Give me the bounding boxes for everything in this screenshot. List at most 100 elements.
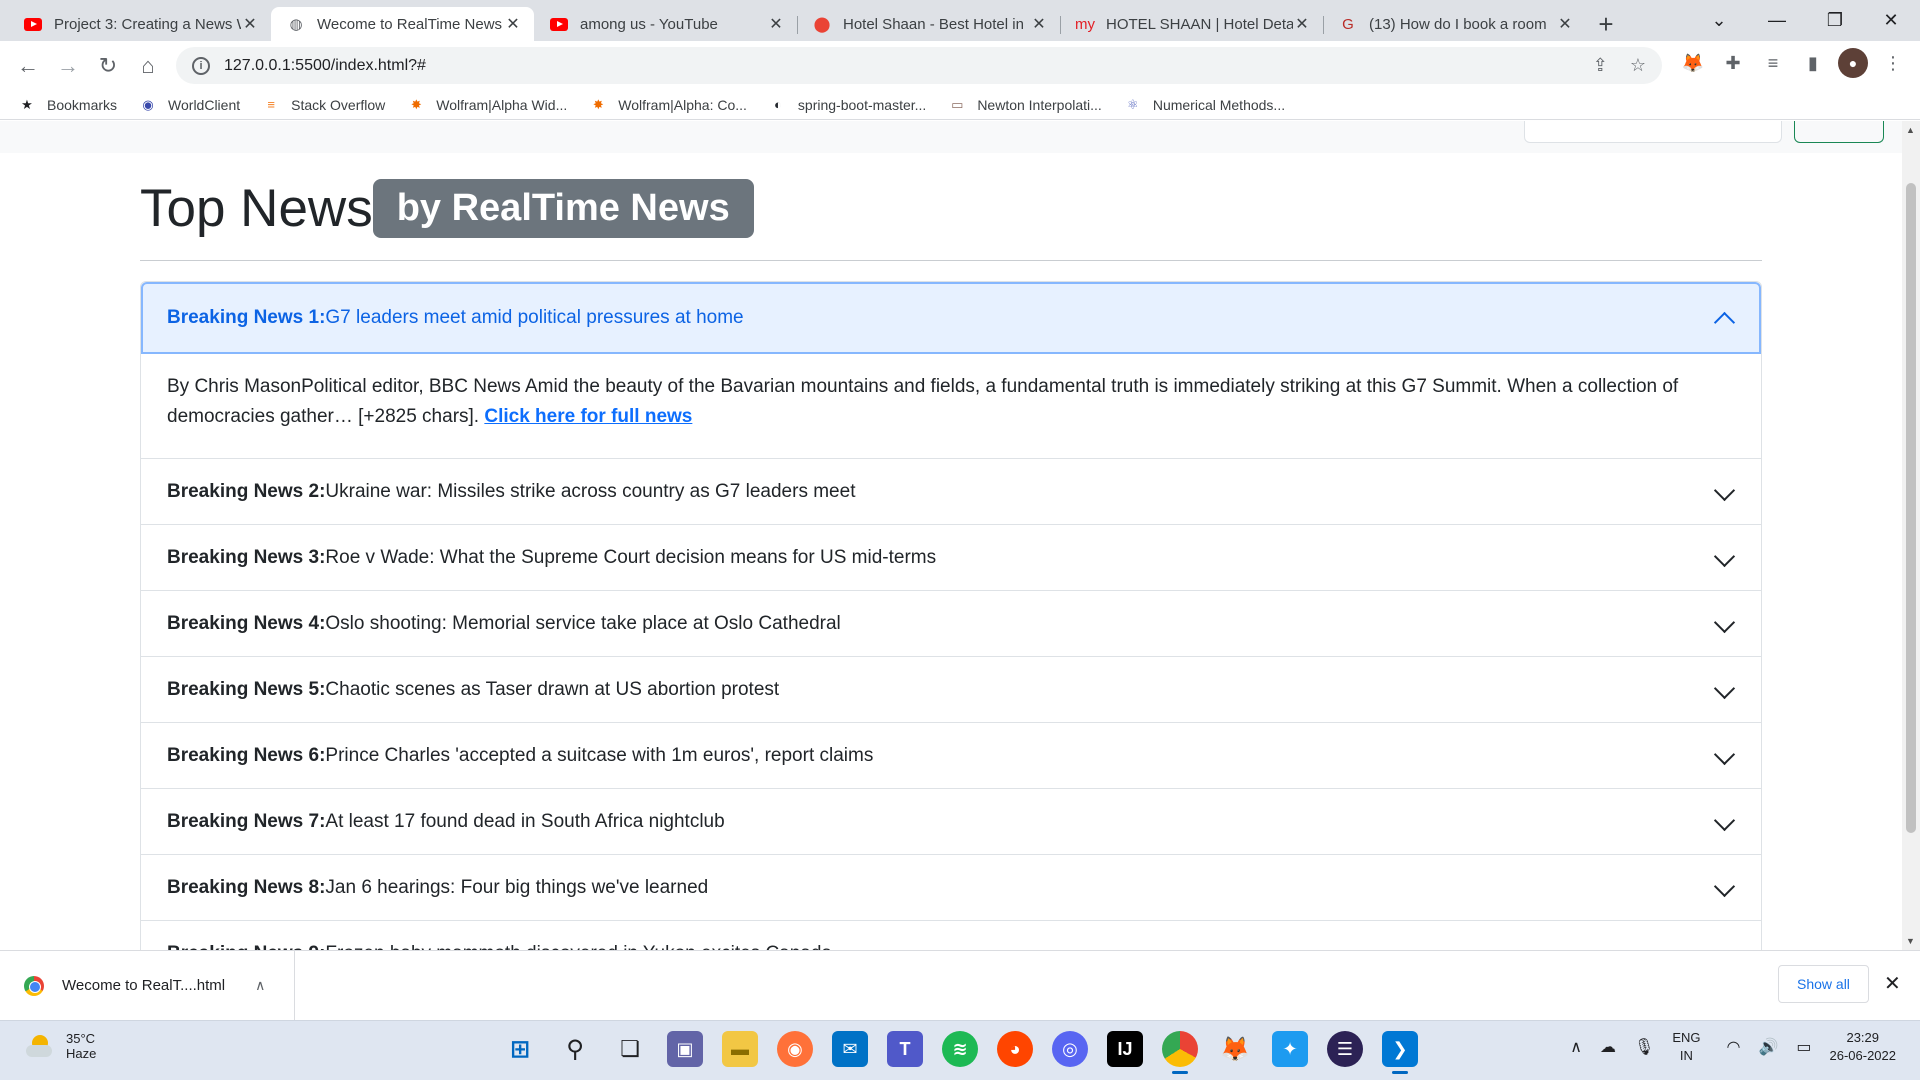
intellij-icon[interactable]: IJ xyxy=(1107,1031,1143,1067)
site-info-icon[interactable]: i xyxy=(192,56,210,75)
browser-tab[interactable]: Project 3: Creating a News W ✕ xyxy=(8,7,271,41)
chevron-down-icon[interactable] xyxy=(1713,877,1735,899)
bookmark-item[interactable]: ◐ spring-boot-master... xyxy=(769,96,926,114)
home-icon[interactable]: ⌂ xyxy=(128,46,168,86)
chevron-down-icon[interactable] xyxy=(1713,811,1735,833)
news-item-toggle[interactable]: Breaking News 1:G7 leaders meet amid pol… xyxy=(141,282,1761,354)
page-scrollbar[interactable]: ▲ ▼ xyxy=(1902,121,1920,950)
scrollbar-thumb[interactable] xyxy=(1906,183,1916,833)
file-explorer-icon[interactable]: ▬ xyxy=(722,1031,758,1067)
reload-icon[interactable]: ↻ xyxy=(88,46,128,86)
media-control-icon[interactable]: ≡ xyxy=(1758,48,1788,78)
share-icon[interactable]: ⇪ xyxy=(1593,55,1608,76)
discord-icon[interactable]: ◎ xyxy=(1052,1031,1088,1067)
scroll-down-icon[interactable]: ▼ xyxy=(1906,936,1915,946)
close-tab-icon[interactable]: ✕ xyxy=(241,14,259,34)
browser-tab[interactable]: ⬤ Hotel Shaan - Best Hotel in ✕ xyxy=(797,7,1060,41)
news-item-toggle[interactable]: Breaking News 3:Roe v Wade: What the Sup… xyxy=(141,525,1761,590)
new-tab-button[interactable]: + xyxy=(1586,7,1626,41)
bookmark-item[interactable]: ▭ Newton Interpolati... xyxy=(948,96,1102,114)
scroll-up-icon[interactable]: ▲ xyxy=(1906,125,1915,135)
task-view-icon[interactable]: ❏ xyxy=(612,1031,648,1067)
mail-icon[interactable]: ✉ xyxy=(832,1031,868,1067)
bookmark-label: Stack Overflow xyxy=(291,96,386,113)
bookmark-item[interactable]: ≡ Stack Overflow xyxy=(262,96,385,114)
vscode-icon[interactable]: ❯ xyxy=(1382,1031,1418,1074)
download-item[interactable]: Wecome to RealT....html ∧ xyxy=(0,950,295,1021)
onedrive-icon[interactable]: ☁ xyxy=(1600,1037,1616,1057)
news-item: Breaking News 6:Prince Charles 'accepted… xyxy=(140,723,1762,789)
browser-tab[interactable]: among us - YouTube ✕ xyxy=(534,7,797,41)
chevron-down-icon[interactable] xyxy=(1713,745,1735,767)
download-filename[interactable]: Wecome to RealT....html xyxy=(62,977,225,994)
weather-widget[interactable]: 35°C Haze xyxy=(24,1031,96,1061)
close-download-bar-icon[interactable]: ✕ xyxy=(1884,971,1901,996)
metamask-taskbar-icon[interactable]: 🦊 xyxy=(1217,1031,1253,1067)
bookmark-item[interactable]: ★ Bookmarks xyxy=(18,96,117,114)
close-tab-icon[interactable]: ✕ xyxy=(1556,14,1574,34)
chevron-down-icon[interactable] xyxy=(1713,547,1735,569)
browser-tab[interactable]: G (13) How do I book a room ✕ xyxy=(1323,7,1586,41)
firefox-icon[interactable]: ◉ xyxy=(777,1031,813,1067)
close-tab-icon[interactable]: ✕ xyxy=(1293,14,1311,34)
news-item-toggle[interactable]: Breaking News 9:Frozen baby mammoth disc… xyxy=(141,921,1761,951)
full-news-link[interactable]: Click here for full news xyxy=(484,406,692,427)
address-bar[interactable]: i 127.0.0.1:5500/index.html?# ⇪ ☆ xyxy=(176,47,1662,84)
browser-tab[interactable]: ◍ Wecome to RealTime News ✕ xyxy=(271,7,534,41)
close-window-icon[interactable]: ✕ xyxy=(1862,0,1920,41)
spotify-icon[interactable]: ≋ xyxy=(942,1031,978,1067)
reddit-icon[interactable]: ◕ xyxy=(997,1031,1033,1067)
news-item-toggle[interactable]: Breaking News 7:At least 17 found dead i… xyxy=(141,789,1761,854)
news-item-toggle[interactable]: Breaking News 8:Jan 6 hearings: Four big… xyxy=(141,855,1761,920)
bookmark-item[interactable]: ✸ Wolfram|Alpha Wid... xyxy=(407,96,567,114)
news-title: At least 17 found dead in South Africa n… xyxy=(325,810,725,832)
close-tab-icon[interactable]: ✕ xyxy=(504,14,522,34)
menu-icon[interactable]: ⋮ xyxy=(1878,48,1908,78)
url-text[interactable]: 127.0.0.1:5500/index.html?# xyxy=(224,57,426,75)
forward-icon[interactable]: → xyxy=(48,46,88,86)
bookmark-item[interactable]: ⚛ Numerical Methods... xyxy=(1124,96,1285,114)
chevron-down-icon[interactable] xyxy=(1713,943,1735,951)
metamask-icon[interactable]: 🦊 xyxy=(1678,48,1708,78)
chevron-down-icon[interactable] xyxy=(1713,679,1735,701)
battery-icon[interactable]: ▭ xyxy=(1796,1037,1811,1057)
bookmark-star-icon[interactable]: ☆ xyxy=(1630,55,1646,76)
chevron-down-icon[interactable] xyxy=(1713,613,1735,635)
show-all-button[interactable]: Show all xyxy=(1778,965,1869,1003)
news-item-toggle[interactable]: Breaking News 5:Chaotic scenes as Taser … xyxy=(141,657,1761,722)
bookmark-item[interactable]: ◉ WorldClient xyxy=(139,96,240,114)
extensions-icon[interactable]: ✚ xyxy=(1718,48,1748,78)
news-item-toggle[interactable]: Breaking News 4:Oslo shooting: Memorial … xyxy=(141,591,1761,656)
avatar[interactable]: ● xyxy=(1838,48,1868,78)
minimize-icon[interactable]: — xyxy=(1748,0,1806,41)
tab-search-icon[interactable]: ⌄ xyxy=(1690,0,1748,41)
search-input[interactable] xyxy=(1524,121,1782,143)
restore-icon[interactable]: ❐ xyxy=(1806,0,1864,41)
volume-icon[interactable]: 🔊 xyxy=(1758,1037,1778,1057)
news-item-toggle[interactable]: Breaking News 6:Prince Charles 'accepted… xyxy=(141,723,1761,788)
twitter-icon[interactable]: ✦ xyxy=(1272,1031,1308,1067)
close-tab-icon[interactable]: ✕ xyxy=(1030,14,1048,34)
chevron-up-icon[interactable]: ∧ xyxy=(255,977,265,994)
close-tab-icon[interactable]: ✕ xyxy=(767,14,785,34)
search-icon[interactable]: ⚲ xyxy=(557,1031,593,1067)
language-indicator[interactable]: ENG IN xyxy=(1672,1029,1700,1065)
back-icon[interactable]: ← xyxy=(8,46,48,86)
chevron-up-icon[interactable] xyxy=(1713,307,1735,329)
microphone-icon[interactable]: 🎙 xyxy=(1634,1037,1654,1057)
news-headline: Breaking News 7:At least 17 found dead i… xyxy=(167,811,725,833)
teams-chat-icon[interactable]: ▣ xyxy=(667,1031,703,1067)
teams-icon[interactable]: T xyxy=(887,1031,923,1067)
browser-tab[interactable]: my HOTEL SHAAN | Hotel Deta ✕ xyxy=(1060,7,1323,41)
news-item-toggle[interactable]: Breaking News 2:Ukraine war: Missiles st… xyxy=(141,459,1761,524)
chevron-down-icon[interactable] xyxy=(1713,481,1735,503)
start-icon[interactable]: ⊞ xyxy=(502,1031,538,1067)
eclipse-icon[interactable]: ☰ xyxy=(1327,1031,1363,1067)
chevron-up-icon[interactable]: ∧ xyxy=(1570,1037,1582,1057)
chrome-icon[interactable] xyxy=(1162,1031,1198,1074)
side-panel-icon[interactable]: ▮ xyxy=(1798,48,1828,78)
search-button[interactable] xyxy=(1794,121,1884,143)
wifi-icon[interactable]: ◠ xyxy=(1726,1037,1740,1057)
clock[interactable]: 23:29 26-06-2022 xyxy=(1830,1029,1897,1065)
bookmark-item[interactable]: ✸ Wolfram|Alpha: Co... xyxy=(589,96,747,114)
